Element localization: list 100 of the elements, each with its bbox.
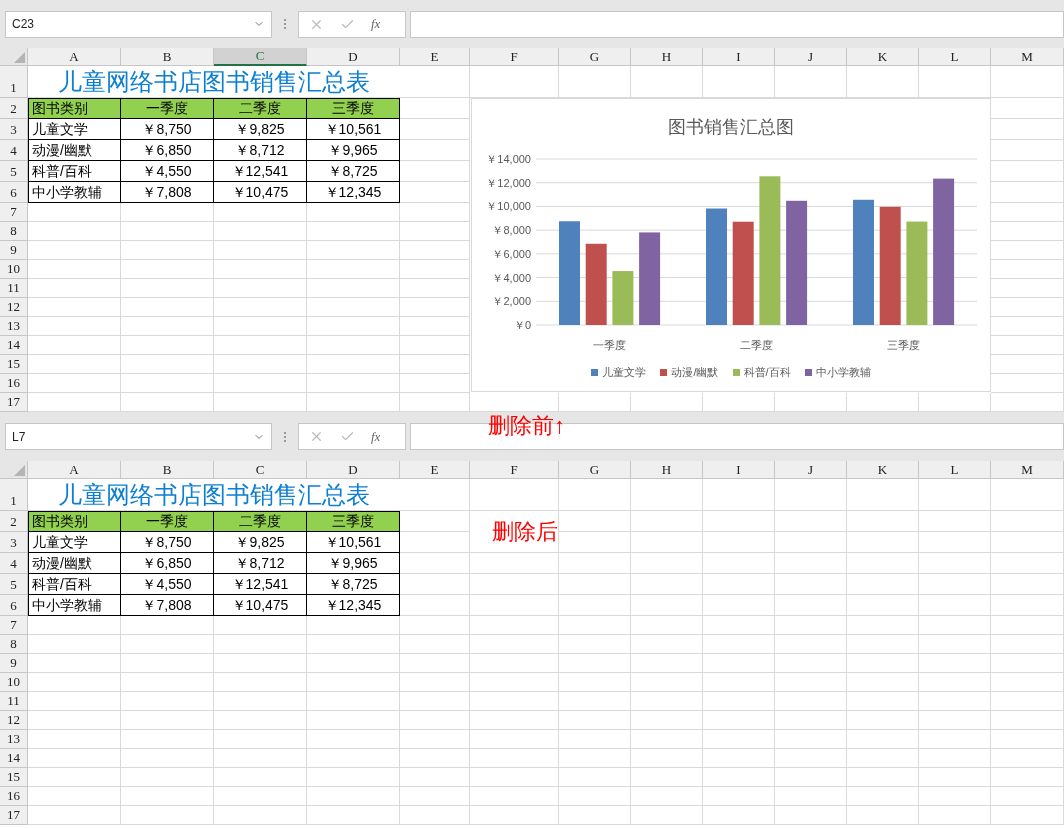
column-header[interactable]: I [703, 48, 775, 66]
column-header[interactable]: J [775, 48, 847, 66]
row-header[interactable]: 4 [0, 553, 28, 574]
name-box[interactable]: C23 [5, 10, 272, 38]
insert-function-button[interactable]: fx [371, 14, 381, 34]
column-header[interactable]: C [214, 461, 307, 479]
row-header[interactable]: 12 [0, 711, 28, 730]
table-cell: 中小学教辅 [28, 595, 121, 616]
column-header[interactable]: I [703, 461, 775, 479]
row-header[interactable]: 11 [0, 692, 28, 711]
header-cell: 二季度 [214, 98, 307, 119]
name-box[interactable]: L7 [5, 423, 272, 450]
table-cell: ￥4,550 [121, 574, 214, 595]
table-cell: ￥9,965 [307, 140, 400, 161]
table-cell: ￥6,850 [121, 140, 214, 161]
column-header[interactable]: A [28, 48, 121, 66]
column-header[interactable]: E [400, 48, 470, 66]
header-cell: 图书类别 [28, 511, 121, 532]
row-header[interactable]: 17 [0, 806, 28, 825]
column-header[interactable]: L [919, 461, 991, 479]
row-header[interactable]: 2 [0, 511, 28, 532]
axis-tick-label: ￥4,000 [492, 271, 531, 284]
column-header[interactable]: K [847, 48, 919, 66]
row-header[interactable]: 4 [0, 140, 28, 161]
column-header[interactable]: M [991, 461, 1064, 479]
annotation: 删除后 [492, 517, 558, 546]
column-header[interactable]: G [559, 48, 631, 66]
column-header[interactable]: K [847, 461, 919, 479]
row-header[interactable]: 16 [0, 374, 28, 393]
row-header[interactable]: 15 [0, 355, 28, 374]
column-header[interactable]: H [631, 48, 703, 66]
row-header[interactable]: 13 [0, 730, 28, 749]
row-header[interactable]: 14 [0, 336, 28, 355]
column-header[interactable]: D [307, 461, 400, 479]
axis-tick-label: ￥0 [513, 319, 531, 331]
row-header[interactable]: 10 [0, 673, 28, 692]
table-cell: ￥8,712 [214, 140, 307, 161]
sheet-title: 儿童网络书店图书销售汇总表 [28, 479, 400, 511]
axis-tick-label: ￥8,000 [492, 224, 531, 237]
row-header[interactable]: 7 [0, 203, 28, 222]
header-cell: 二季度 [214, 511, 307, 532]
row-header[interactable]: 3 [0, 119, 28, 140]
header-cell: 三季度 [307, 511, 400, 532]
legend-label: 动漫/幽默 [671, 365, 719, 380]
header-cell: 图书类别 [28, 98, 121, 119]
insert-function-button[interactable]: fx [371, 426, 381, 447]
column-header[interactable]: F [470, 461, 559, 479]
row-header[interactable]: 5 [0, 574, 28, 595]
category-label: 二季度 [740, 339, 773, 351]
row-header[interactable]: 6 [0, 182, 28, 203]
table-cell: ￥9,825 [214, 119, 307, 140]
annotation: 删除前↑ [488, 412, 565, 440]
row-header[interactable]: 13 [0, 317, 28, 336]
row-header[interactable]: 14 [0, 749, 28, 768]
row-header[interactable]: 1 [0, 66, 28, 98]
column-header[interactable]: J [775, 461, 847, 479]
column-header[interactable]: L [919, 48, 991, 66]
table-cell: ￥10,475 [214, 595, 307, 616]
row-header[interactable]: 8 [0, 635, 28, 654]
table-cell: ￥8,725 [307, 161, 400, 182]
row-header[interactable]: 9 [0, 654, 28, 673]
row-header[interactable]: 17 [0, 393, 28, 412]
table-cell: 儿童文学 [28, 532, 121, 553]
row-header[interactable]: 16 [0, 787, 28, 806]
row-header[interactable]: 12 [0, 298, 28, 317]
table-cell: 中小学教辅 [28, 182, 121, 203]
row-header[interactable]: 9 [0, 241, 28, 260]
row-header[interactable]: 11 [0, 279, 28, 298]
column-header[interactable]: A [28, 461, 121, 479]
table-cell: ￥10,561 [307, 119, 400, 140]
row-header[interactable]: 3 [0, 532, 28, 553]
header-cell: 一季度 [121, 511, 214, 532]
table-cell: ￥4,550 [121, 161, 214, 182]
row-header[interactable]: 6 [0, 595, 28, 616]
axis-tick-label: ￥14,000 [486, 153, 531, 165]
chart-area[interactable]: 图书销售汇总图 ￥0 ￥2,000 ￥4,000 ￥6,000 ￥8,000 ￥10,000 ￥12,000 ￥14,000 一季度 二季度 三季度 儿童文学 动漫/幽默 科普/百科 中小学教辅 [471, 98, 991, 392]
row-header[interactable]: 1 [0, 479, 28, 511]
column-header[interactable]: M [991, 48, 1064, 66]
row-header[interactable]: 5 [0, 161, 28, 182]
column-header[interactable]: B [121, 48, 214, 66]
row-header[interactable]: 7 [0, 616, 28, 635]
column-header[interactable]: B [121, 461, 214, 479]
table-cell: 科普/百科 [28, 161, 121, 182]
column-header[interactable]: G [559, 461, 631, 479]
row-header[interactable]: 2 [0, 98, 28, 119]
table-cell: ￥12,345 [307, 595, 400, 616]
row-header[interactable]: 8 [0, 222, 28, 241]
column-header[interactable]: D [307, 48, 400, 66]
column-header[interactable]: E [400, 461, 470, 479]
column-header[interactable]: H [631, 461, 703, 479]
table-cell: ￥7,808 [121, 182, 214, 203]
table-cell: 动漫/幽默 [28, 553, 121, 574]
column-header[interactable]: F [470, 48, 559, 66]
grid-cell[interactable]: 删除后 [470, 511, 559, 553]
column-header[interactable]: C [214, 48, 307, 66]
table-cell: ￥8,725 [307, 574, 400, 595]
table-cell: ￥12,345 [307, 182, 400, 203]
table-cell: ￥10,561 [307, 532, 400, 553]
row-header[interactable]: 15 [0, 768, 28, 787]
row-header[interactable]: 10 [0, 260, 28, 279]
